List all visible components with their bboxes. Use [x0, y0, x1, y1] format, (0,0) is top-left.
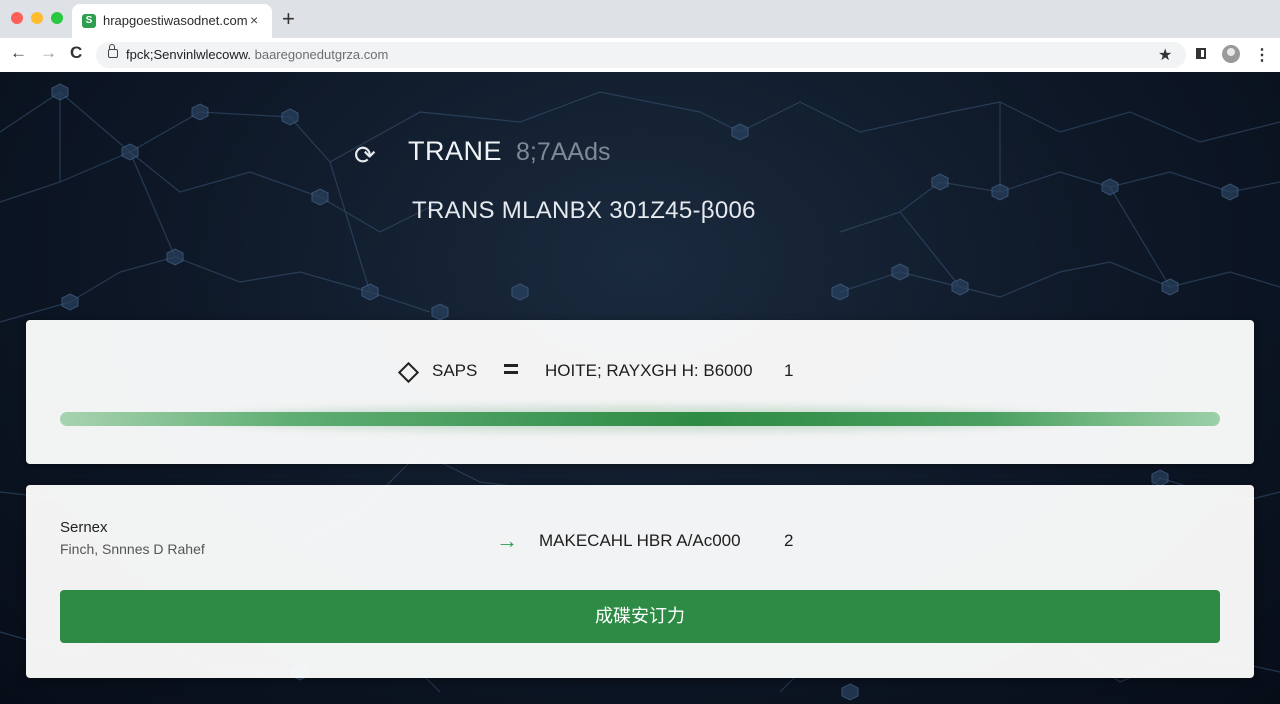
address-bar[interactable]: fpck;Senvinlwlecoww. baaregonedutgrza.co…	[96, 42, 1186, 68]
lock-icon	[108, 44, 118, 58]
section-subtitle: Finch, Snnnes D Rahef	[60, 541, 205, 557]
hero-title: TRANE	[408, 136, 503, 166]
url-host: fpck;Senvinlwlecoww.	[126, 47, 251, 62]
diamond-icon	[397, 361, 420, 384]
reload-icon[interactable]: C	[70, 43, 82, 63]
tab-title: hrapgoestiwasodnet.com	[103, 13, 248, 28]
action-card: Sernex Finch, Snnnes D Rahef → MAKECAHL …	[26, 485, 1254, 678]
status-value: HOITE; RAYXGH H: B6000	[545, 361, 753, 380]
page-content: ⟳ TRANE 8;7AAds TRANS MLANBX 301Z45-β006…	[0, 72, 1280, 704]
profile-avatar[interactable]	[1222, 45, 1240, 63]
hero-subtitle: TRANS MLANBX 301Z45-β006	[412, 197, 756, 224]
equals-icon	[504, 364, 518, 374]
primary-action-button[interactable]: 成碟安订力	[60, 590, 1220, 643]
bookmark-star-icon[interactable]: ★	[1158, 45, 1172, 65]
status-card: SAPS HOITE; RAYXGH H: B6000 1	[26, 320, 1254, 464]
menu-kebab-icon[interactable]: ⋮	[1254, 45, 1270, 65]
back-icon[interactable]: ←	[10, 43, 27, 63]
new-tab-button[interactable]: +	[282, 6, 295, 32]
url-text[interactable]: fpck;Senvinlwlecoww. baaregonedutgrza.co…	[126, 47, 388, 62]
status-label: SAPS	[432, 361, 478, 380]
minimize-window-button[interactable]	[31, 12, 43, 24]
hero-title-secondary: 8;7AAds	[516, 138, 611, 166]
tab-close-icon[interactable]: ×	[250, 12, 258, 28]
action-count: 2	[784, 531, 794, 550]
favicon-icon: S	[82, 14, 96, 28]
sidebar-icon[interactable]	[1196, 48, 1206, 59]
url-path: baaregonedutgrza.com	[251, 47, 389, 62]
arrow-right-icon: →	[496, 528, 518, 553]
close-window-button[interactable]	[11, 12, 23, 24]
forward-icon[interactable]: →	[40, 43, 57, 63]
section-title: Sernex	[60, 519, 108, 536]
zoom-window-button[interactable]	[51, 12, 63, 24]
action-label: MAKECAHL HBR A/Ac000	[539, 531, 741, 550]
progress-bar	[60, 412, 1220, 426]
browser-toolbar: ← → C fpck;Senvinlwlecoww. baaregonedutg…	[0, 38, 1280, 73]
status-count: 1	[784, 361, 794, 380]
refresh-icon: ⟳	[354, 140, 376, 170]
tab-bar: S hrapgoestiwasodnet.com × +	[0, 0, 1280, 38]
browser-tab[interactable]: S hrapgoestiwasodnet.com ×	[72, 4, 272, 38]
